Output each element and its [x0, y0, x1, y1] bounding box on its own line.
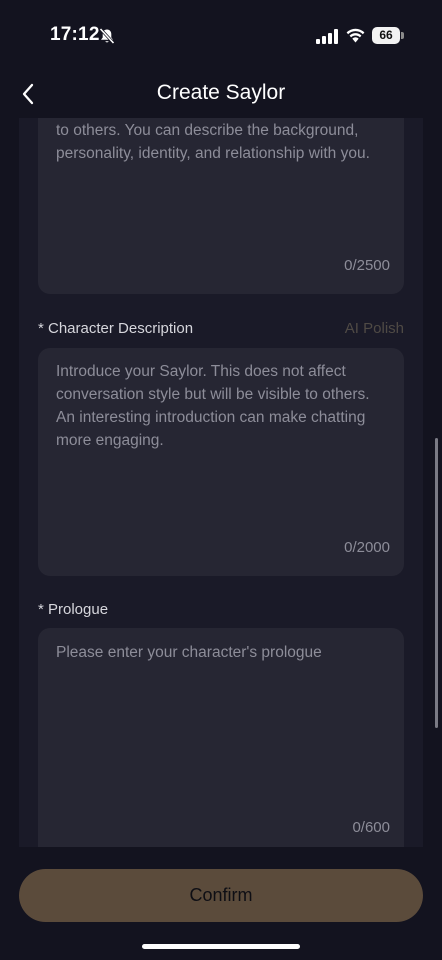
- battery-icon: 66: [372, 27, 404, 44]
- status-time: 17:12: [50, 24, 100, 45]
- signal-icon: [316, 29, 338, 44]
- setting-placeholder: to others. You can describe the backgrou…: [56, 122, 370, 162]
- scrollbar[interactable]: [435, 438, 438, 728]
- page-title: Create Saylor: [156, 81, 286, 104]
- prologue-char-counter: 0/600: [352, 819, 390, 836]
- prologue-placeholder: Please enter your character's prologue: [56, 644, 322, 661]
- ai-polish-button[interactable]: AI Polish: [345, 320, 404, 337]
- form-scroll-area[interactable]: to others. You can describe the backgrou…: [19, 118, 423, 847]
- setting-textarea[interactable]: to others. You can describe the backgrou…: [38, 118, 404, 294]
- confirm-button[interactable]: Confirm: [19, 869, 423, 922]
- header: Create Saylor: [0, 70, 442, 118]
- battery-level: 66: [372, 27, 400, 44]
- prologue-textarea[interactable]: Please enter your character's prologue 0…: [38, 628, 404, 847]
- setting-char-counter: 0/2500: [344, 257, 390, 274]
- prologue-label: * Prologue: [38, 601, 109, 618]
- status-bar: 17:12 66: [0, 0, 442, 70]
- create-saylor-screen: 17:12 66 Create Saylor to others. You ca…: [0, 0, 442, 960]
- character-description-textarea[interactable]: Introduce your Saylor. This does not aff…: [38, 348, 404, 576]
- character-description-label: * Character Description: [38, 320, 194, 337]
- wifi-icon: [346, 28, 365, 43]
- bell-slash-icon: [99, 27, 115, 45]
- character-description-char-counter: 0/2000: [344, 539, 390, 556]
- character-description-placeholder: Introduce your Saylor. This does not aff…: [56, 363, 370, 449]
- battery-tip: [401, 32, 404, 39]
- home-indicator[interactable]: [142, 944, 300, 949]
